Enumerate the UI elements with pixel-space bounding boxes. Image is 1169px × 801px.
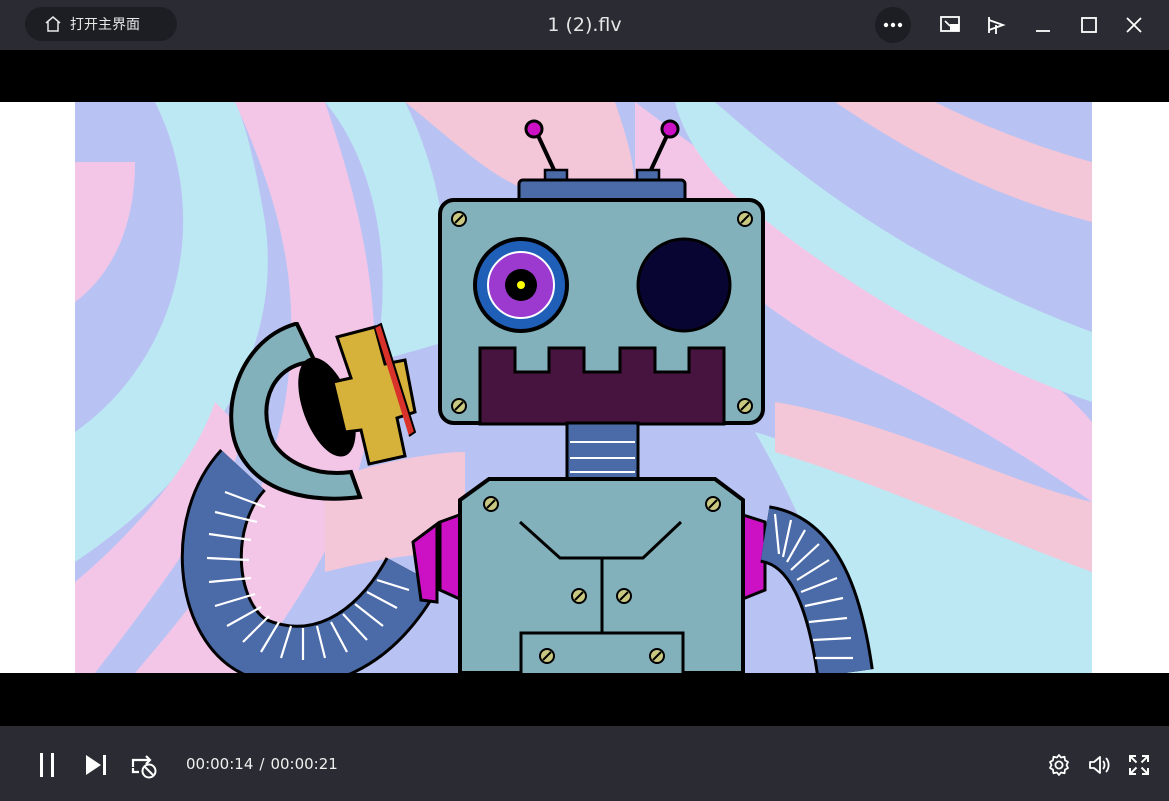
pin-on-top-button[interactable] [978, 7, 1014, 43]
maximize-icon [1081, 17, 1097, 33]
minimize-button[interactable] [1025, 7, 1061, 43]
next-button[interactable] [81, 750, 111, 780]
video-frame [0, 102, 1169, 673]
settings-button[interactable] [1044, 750, 1074, 780]
control-bar: 00:00:14 / 00:00:21 [0, 726, 1169, 801]
total-duration: 00:00:21 [270, 755, 338, 773]
fullscreen-button[interactable] [1124, 750, 1154, 780]
more-button[interactable] [875, 7, 911, 43]
settings-icon [1049, 754, 1069, 776]
video-area[interactable] [0, 50, 1169, 726]
volume-button[interactable] [1084, 750, 1114, 780]
mini-mode-icon [940, 16, 960, 32]
maximize-button[interactable] [1071, 7, 1107, 43]
title-bar: 打开主界面 1 (2).flv [0, 0, 1169, 50]
minimize-icon [1036, 30, 1050, 32]
mini-mode-button[interactable] [932, 7, 968, 43]
fullscreen-icon [1129, 755, 1149, 775]
volume-icon [1089, 756, 1110, 774]
current-time: 00:00:14 [186, 755, 254, 773]
pause-icon [40, 753, 54, 777]
pause-button[interactable] [32, 750, 62, 780]
close-icon [1126, 17, 1142, 33]
next-icon [86, 755, 106, 775]
pin-on-top-icon [988, 17, 1006, 34]
robot-video-image [75, 102, 1092, 673]
close-button[interactable] [1116, 7, 1152, 43]
time-separator: / [259, 755, 265, 773]
loop-off-icon [131, 755, 157, 779]
loop-button[interactable] [129, 750, 159, 780]
time-display: 00:00:14 / 00:00:21 [186, 755, 338, 773]
more-icon [883, 22, 903, 28]
